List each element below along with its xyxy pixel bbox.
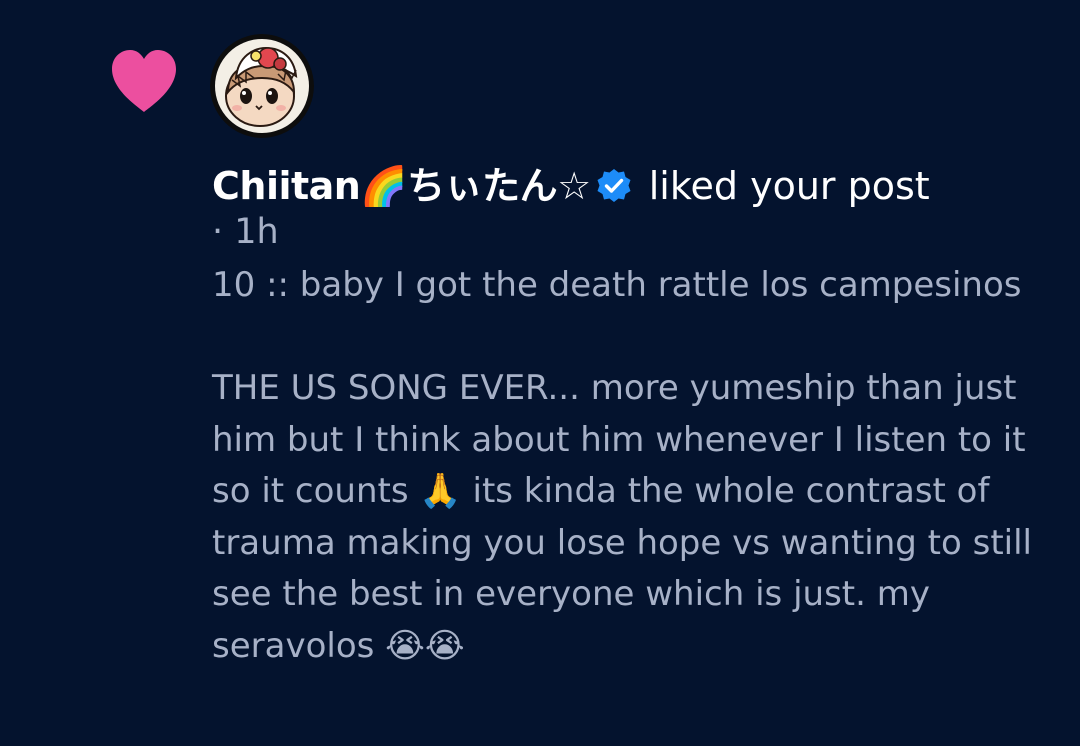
like-notification[interactable]: Chiitan🌈ちぃたん☆ liked your post · 1h 10 ::… <box>0 0 1080 746</box>
verified-check-icon <box>597 169 631 202</box>
action-text: liked your post <box>648 164 930 208</box>
heart-icon <box>112 50 176 112</box>
post-excerpt[interactable]: 10 :: baby I got the death rattle los ca… <box>212 260 1052 672</box>
avatar[interactable] <box>210 34 314 138</box>
notification-headline: Chiitan🌈ちぃたん☆ liked your post <box>212 160 1052 212</box>
notification-content: Chiitan🌈ちぃたん☆ liked your post · 1h 10 ::… <box>212 160 1052 672</box>
actor-name[interactable]: Chiitan🌈ちぃたん☆ <box>212 164 591 208</box>
timestamp: · 1h <box>212 212 279 252</box>
